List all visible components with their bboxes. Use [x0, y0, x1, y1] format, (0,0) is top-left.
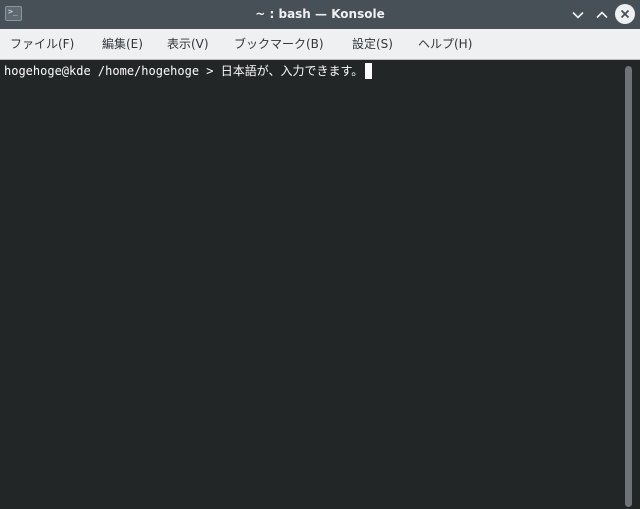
menu-bar: ファイル(F) 編集(E) 表示(V) ブックマーク(B) 設定(S) ヘルプ(…: [0, 29, 640, 60]
window-title: ~ : bash — Konsole: [255, 7, 385, 21]
chevron-down-icon: [571, 11, 584, 19]
menu-settings[interactable]: 設定(S): [352, 29, 393, 59]
close-button[interactable]: [615, 4, 635, 24]
command-line: hogehoge@kde /home/hogehoge > 日本語が、入力できま…: [4, 62, 373, 80]
menu-bookmarks[interactable]: ブックマーク(B): [234, 29, 324, 59]
terminal-area[interactable]: hogehoge@kde /home/hogehoge > 日本語が、入力できま…: [0, 60, 640, 509]
shell-prompt: hogehoge@kde /home/hogehoge >: [4, 64, 221, 78]
typed-input: 日本語が、入力できます。: [220, 64, 364, 78]
maximize-button[interactable]: [592, 5, 611, 24]
menu-file[interactable]: ファイル(F): [10, 29, 74, 59]
title-bar[interactable]: >_ ~ : bash — Konsole: [0, 0, 640, 29]
menu-view[interactable]: 表示(V): [167, 29, 209, 59]
chevron-up-icon: [595, 10, 608, 18]
scrollbar[interactable]: [624, 66, 634, 507]
menu-edit[interactable]: 編集(E): [102, 29, 143, 59]
menu-help[interactable]: ヘルプ(H): [418, 29, 472, 59]
minimize-button[interactable]: [568, 5, 587, 24]
text-cursor: [365, 63, 373, 79]
scrollbar-thumb[interactable]: [625, 66, 632, 507]
close-icon: [620, 9, 630, 19]
